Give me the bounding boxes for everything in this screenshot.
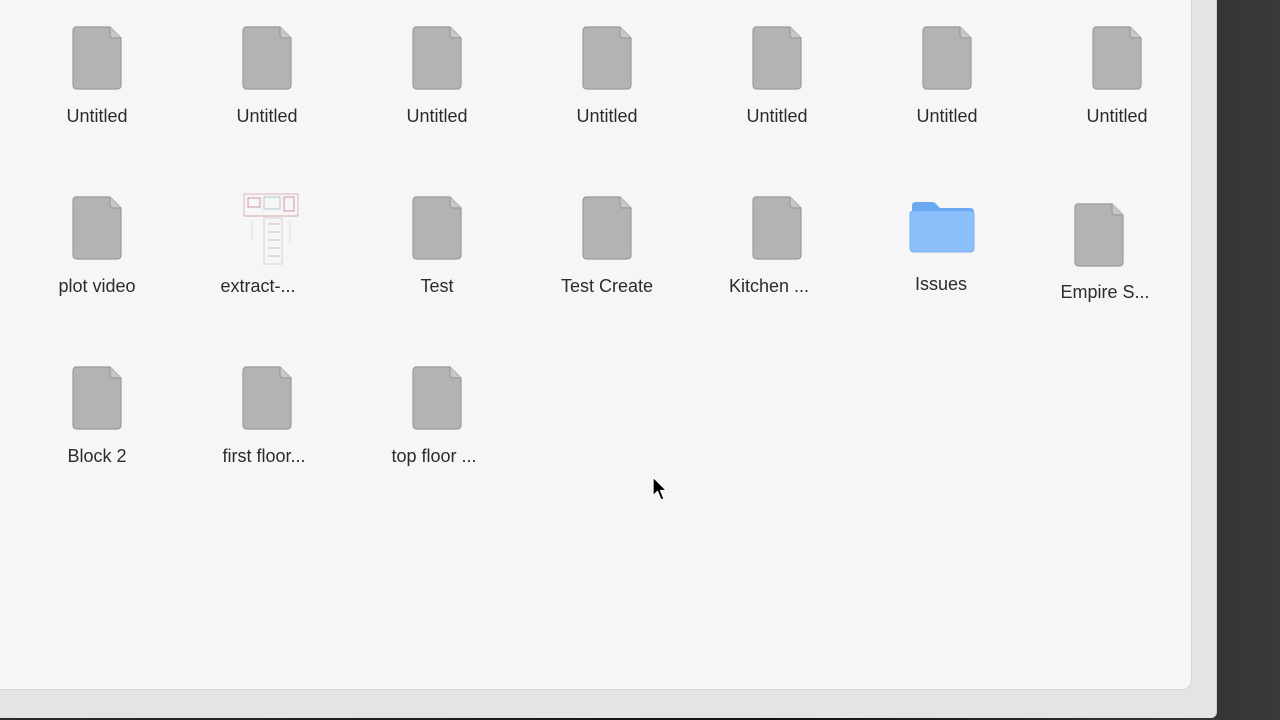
file-label: Untitled (66, 106, 128, 126)
file-label: Empire S... (1060, 282, 1150, 302)
file-label: Test (420, 276, 454, 296)
folder-item[interactable]: Issues (862, 170, 1032, 340)
file-item[interactable]: Kitchen ... (692, 170, 862, 340)
document-icon (580, 23, 634, 91)
desktop: Untitled Untitled Untitled Untitled Unti… (0, 0, 1280, 720)
file-item[interactable]: extract-... (182, 170, 352, 340)
file-item[interactable]: Untitled (522, 0, 692, 170)
document-icon (240, 363, 294, 431)
file-item[interactable]: Test Create (522, 170, 692, 340)
file-item[interactable]: Untitled (862, 0, 1032, 170)
file-item[interactable]: Test (352, 170, 522, 340)
document-icon (750, 23, 804, 91)
file-item[interactable]: Untitled (12, 0, 182, 170)
file-item[interactable]: Untitled (352, 0, 522, 170)
document-icon (70, 23, 124, 91)
file-item[interactable]: Untitled (692, 0, 862, 170)
file-browser-window: Untitled Untitled Untitled Untitled Unti… (0, 0, 1192, 690)
document-icon (410, 193, 464, 261)
file-label: Kitchen ... (728, 276, 810, 296)
file-label: Untitled (746, 106, 808, 126)
document-icon (240, 23, 294, 91)
document-icon (1090, 23, 1144, 91)
document-icon (580, 193, 634, 261)
folder-label: Issues (914, 274, 968, 294)
document-icon (920, 23, 974, 91)
folder-icon (908, 198, 976, 254)
file-item[interactable]: Untitled (182, 0, 352, 170)
file-label: Test Create (560, 276, 654, 296)
file-label: Untitled (916, 106, 978, 126)
window-frame: Untitled Untitled Untitled Untitled Unti… (0, 0, 1217, 718)
file-label: first floor... (222, 446, 306, 466)
file-label: top floor ... (391, 446, 477, 466)
file-label: Untitled (406, 106, 468, 126)
file-grid: Untitled Untitled Untitled Untitled Unti… (12, 0, 1202, 510)
file-label: Block 2 (67, 446, 127, 466)
document-icon (70, 363, 124, 431)
document-icon (410, 363, 464, 431)
file-label: plot video (58, 276, 136, 296)
file-item[interactable]: Block 2 (12, 340, 182, 510)
document-icon (1072, 200, 1126, 268)
document-icon (750, 193, 804, 261)
document-icon (410, 23, 464, 91)
document-icon (70, 193, 124, 261)
file-item[interactable]: top floor ... (352, 340, 522, 510)
file-label: Untitled (576, 106, 638, 126)
file-item[interactable]: Empire S... (1032, 170, 1202, 340)
file-label: extract-... (220, 276, 296, 296)
file-item[interactable]: first floor... (182, 340, 352, 510)
file-label: Untitled (1086, 106, 1148, 126)
mouse-pointer-icon (652, 476, 668, 501)
floorplan-thumbnail (238, 188, 302, 268)
file-item[interactable]: plot video (12, 170, 182, 340)
file-label: Untitled (236, 106, 298, 126)
file-item[interactable]: Untitled (1032, 0, 1202, 170)
